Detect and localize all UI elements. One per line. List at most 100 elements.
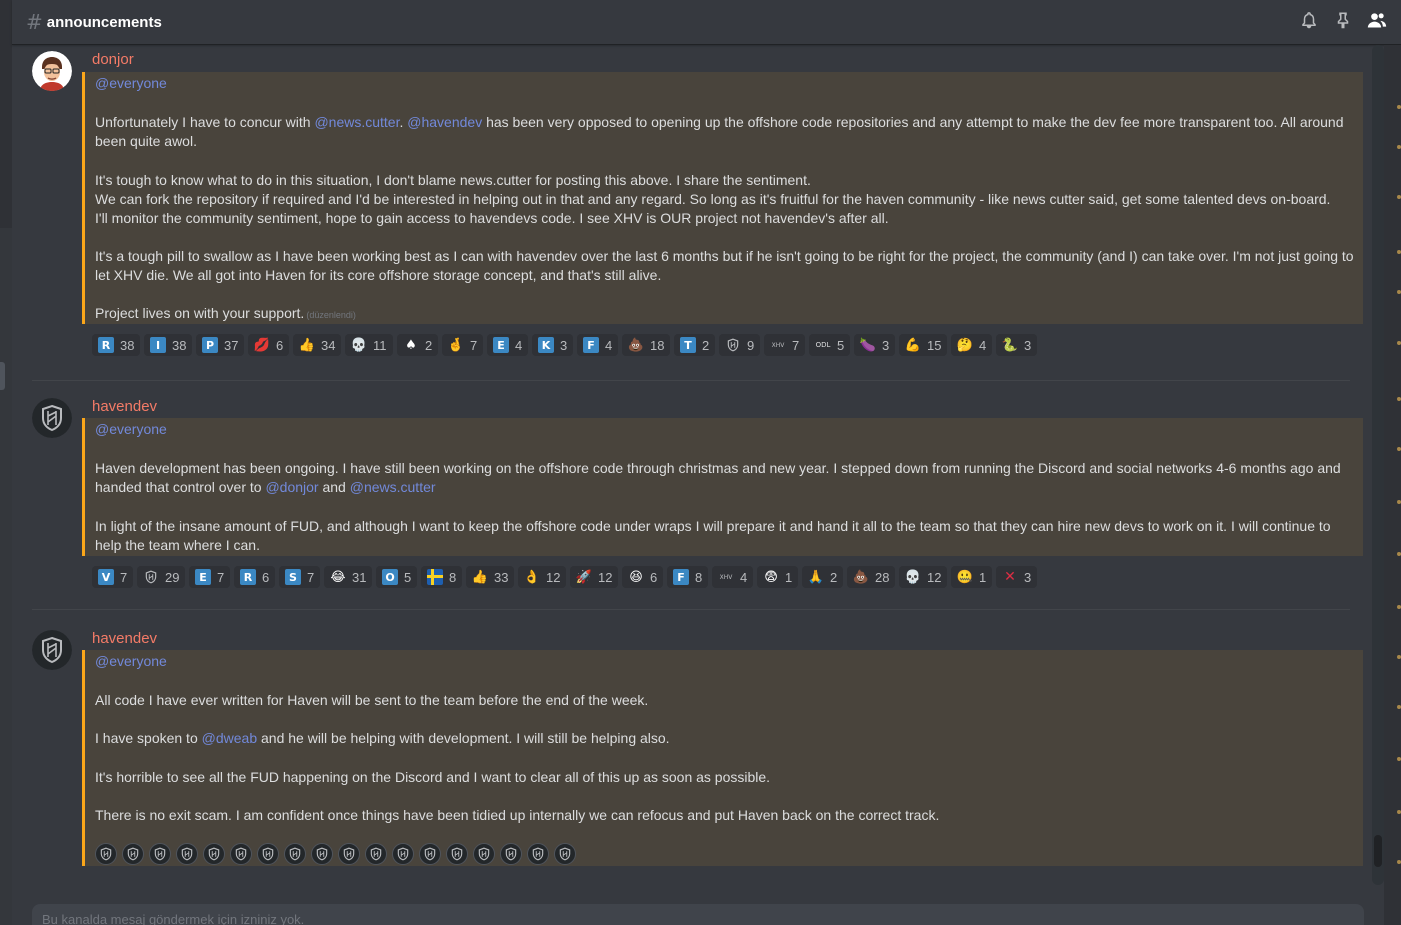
member-list-edge (1384, 45, 1401, 925)
reaction-pill[interactable]: 29 (137, 566, 186, 588)
avatar[interactable] (32, 398, 72, 438)
reaction-pill[interactable]: F4 (577, 334, 619, 356)
reaction-emoji-icon: 🚀 (575, 569, 593, 585)
haven-shield-icon (527, 843, 549, 865)
reaction-pill[interactable]: 💋 6 (248, 334, 290, 356)
reaction-emoji-icon: ♠ (405, 337, 417, 353)
reaction-count: 38 (120, 337, 135, 353)
reaction-pill[interactable]: E4 (487, 334, 529, 356)
reaction-emoji-icon (725, 337, 741, 353)
reaction-pill[interactable]: F8 (667, 566, 709, 588)
bell-icon[interactable] (1299, 10, 1319, 30)
reaction-pill[interactable]: 💩 18 (622, 334, 671, 356)
reaction-pill[interactable]: K3 (532, 334, 574, 356)
reaction-pill[interactable]: 🤐 1 (951, 566, 993, 588)
reaction-pill[interactable]: ODL 5 (809, 334, 851, 356)
message-line: It's a tough pill to swallow as I have b… (95, 248, 1354, 264)
reaction-pill[interactable]: ✕ 3 (996, 566, 1038, 588)
reaction-pill[interactable]: E7 (189, 566, 231, 588)
author-name[interactable]: havendev (92, 630, 157, 647)
pin-icon[interactable] (1333, 10, 1353, 30)
reaction-pill[interactable]: 9 (719, 334, 761, 356)
reaction-pill[interactable]: 🤔 4 (951, 334, 993, 356)
message-line: It's tough to know what to do in this si… (95, 172, 811, 188)
reaction-count: 28 (875, 569, 890, 585)
edited-tag: (düzenlendi) (306, 310, 356, 320)
reaction-count: 31 (352, 569, 367, 585)
reaction-pill[interactable]: I 38 (144, 334, 193, 356)
reaction-count: 12 (927, 569, 942, 585)
reaction-pill[interactable]: 😂 31 (324, 566, 373, 588)
reaction-pill[interactable]: 👍 34 (293, 334, 342, 356)
reaction-emoji-icon: 💀 (350, 337, 368, 353)
reaction-pill[interactable]: R 38 (92, 334, 141, 356)
reaction-count: 11 (373, 337, 387, 353)
reaction-pill[interactable]: 💀 11 (345, 334, 393, 356)
reaction-pill[interactable]: 😨 1 (757, 566, 799, 588)
user-mention[interactable]: @dweab (202, 730, 257, 746)
reaction-pill[interactable]: T2 (674, 334, 716, 356)
everyone-mention[interactable]: @everyone (95, 421, 167, 437)
reaction-emoji-icon: 🍆 (859, 337, 877, 353)
user-mention[interactable]: @news.cutter (350, 479, 436, 495)
message-line: help the team where I can. (95, 537, 260, 553)
reaction-pill[interactable]: 🍆 3 (854, 334, 896, 356)
reaction-pill[interactable]: 👌 12 (518, 566, 567, 588)
reaction-emoji-icon: 😨 (764, 569, 778, 585)
message-line: Unfortunately I have to concur with @new… (95, 114, 1344, 130)
reaction-pill[interactable]: XHV 4 (712, 566, 754, 588)
reaction-pill[interactable]: 👍 33 (466, 566, 515, 588)
haven-shield-icon (554, 843, 576, 865)
reaction-emoji-icon (427, 569, 443, 585)
reaction-pill[interactable]: ♠ 2 (397, 334, 439, 356)
reaction-count: 9 (747, 337, 755, 353)
user-mention[interactable]: @news.cutter (314, 114, 399, 130)
reaction-pill[interactable]: 💪 15 (899, 334, 948, 356)
reaction-pill[interactable]: 😆 6 (622, 566, 664, 588)
scrollbar-thumb[interactable] (1374, 835, 1382, 867)
reaction-pill[interactable]: 🤞 7 (442, 334, 484, 356)
reaction-pill[interactable]: XHV 7 (764, 334, 806, 356)
reaction-count: 6 (650, 569, 658, 585)
author-name[interactable]: donjor (92, 51, 134, 68)
reaction-emoji-icon: 🤔 (956, 337, 974, 353)
reaction-pill[interactable]: P 37 (196, 334, 245, 356)
reaction-pill[interactable]: 💩 28 (847, 566, 896, 588)
message-line: been quite awol. (95, 133, 197, 149)
reaction-emoji-icon: S (285, 569, 301, 585)
mention-highlight: @everyone All code I have ever written f… (82, 650, 1363, 866)
reaction-emoji-icon: 👍 (471, 569, 489, 585)
avatar[interactable] (32, 51, 72, 91)
message-input[interactable]: Bu kanalda mesaj göndermek için izniniz … (32, 904, 1364, 925)
member-list-icon[interactable] (1367, 10, 1387, 30)
haven-shield-icon (446, 843, 468, 865)
reaction-pill[interactable]: 🚀 12 (570, 566, 619, 588)
reaction-pill[interactable]: R6 (234, 566, 276, 588)
reaction-count: 7 (470, 337, 478, 353)
server-strip-edge (0, 0, 12, 925)
user-mention[interactable]: @donjor (265, 479, 318, 495)
scrollbar-track[interactable] (1372, 45, 1384, 885)
reaction-pill[interactable]: V7 (92, 566, 134, 588)
reaction-emoji-icon: 🤐 (956, 569, 974, 585)
reaction-pill[interactable]: S7 (279, 566, 321, 588)
user-mention[interactable]: @havendev (407, 114, 482, 130)
header-toolbar (1299, 10, 1387, 30)
reaction-pill[interactable]: 💀 12 (899, 566, 948, 588)
reaction-emoji-icon: P (202, 337, 218, 353)
message-line: We can fork the repository if required a… (95, 191, 1331, 207)
everyone-mention[interactable]: @everyone (95, 75, 167, 91)
message-list[interactable]: donjor @everyone Unfortunately I have to… (12, 45, 1371, 885)
reaction-pill[interactable]: 🐍 3 (996, 334, 1038, 356)
everyone-mention[interactable]: @everyone (95, 653, 167, 669)
author-name[interactable]: havendev (92, 398, 157, 415)
reaction-count: 34 (321, 337, 336, 353)
avatar[interactable] (32, 630, 72, 670)
haven-shield-icon (149, 843, 171, 865)
reaction-emoji-icon: F (673, 569, 689, 585)
reaction-pill[interactable]: 8 (421, 566, 463, 588)
haven-shield-icon (311, 843, 333, 865)
reaction-count: 3 (882, 337, 890, 353)
reaction-pill[interactable]: O5 (376, 566, 418, 588)
reaction-pill[interactable]: 🙏 2 (802, 566, 844, 588)
